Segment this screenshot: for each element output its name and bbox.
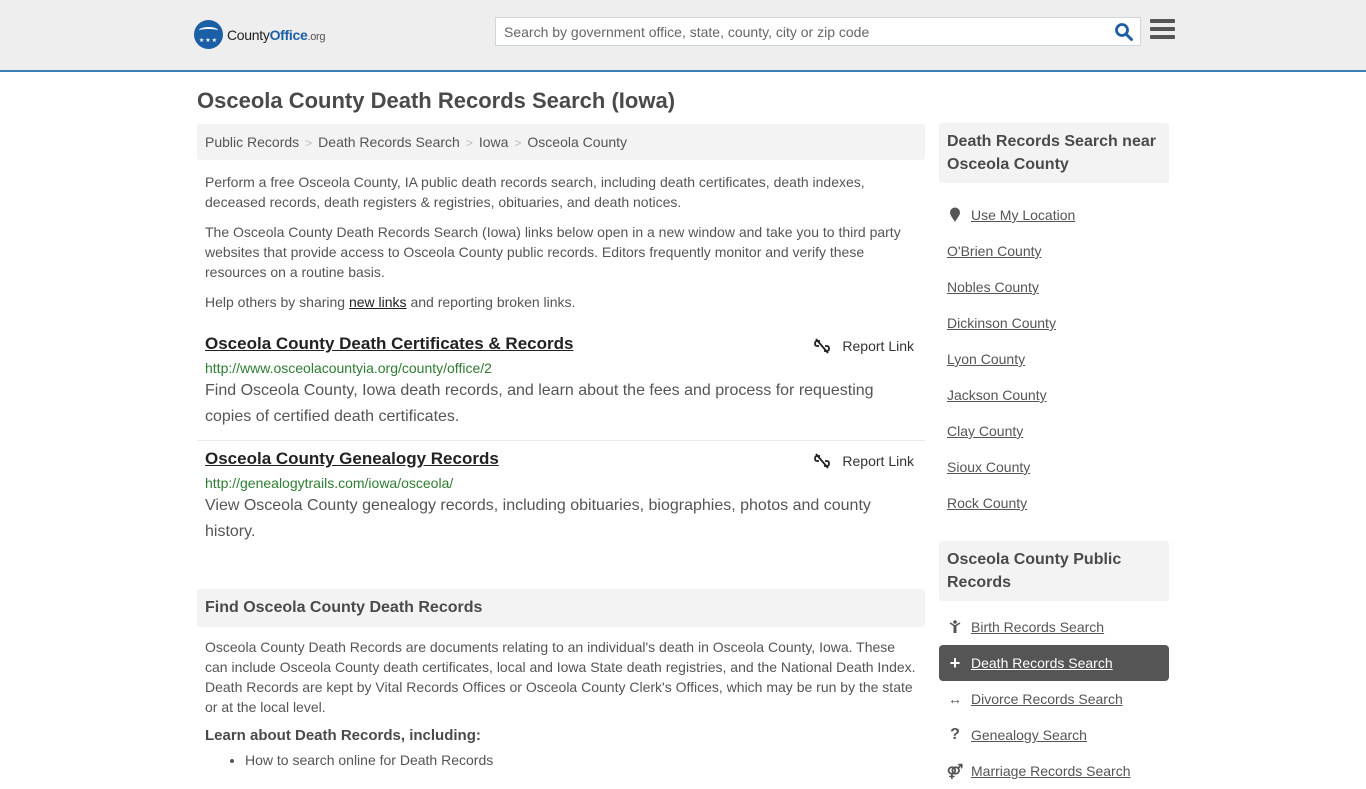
breadcrumb-public-records[interactable]: Public Records xyxy=(205,134,299,150)
public-record-item-marriage[interactable]: ⚤ Marriage Records Search xyxy=(939,753,1169,789)
plus-icon: + xyxy=(949,652,961,673)
logo-wordmark: CountyOffice.org xyxy=(227,26,326,43)
nearby-county-link[interactable]: Sioux County xyxy=(947,459,1030,475)
public-record-item-birth[interactable]: Birth Records Search xyxy=(939,609,1169,645)
sidebar: Death Records Search near Osceola County… xyxy=(939,123,1169,789)
nearby-county-item[interactable]: Rock County xyxy=(939,485,1169,521)
resource-link-url: http://genealogytrails.com/iowa/osceola/ xyxy=(205,475,454,491)
breadcrumb-separator: > xyxy=(305,136,313,150)
use-my-location-link[interactable]: Use My Location xyxy=(971,207,1075,223)
public-records-list: Birth Records Search + Death Records Sea… xyxy=(939,609,1169,789)
intro-paragraph: Perform a free Osceola County, IA public… xyxy=(205,174,865,210)
broken-link-icon xyxy=(814,453,831,469)
question-icon: ? xyxy=(950,726,960,743)
public-record-item-divorce[interactable]: ↔ Divorce Records Search xyxy=(939,681,1169,717)
find-records-body: Osceola County Death Records are documen… xyxy=(205,639,916,715)
nearby-county-link[interactable]: Clay County xyxy=(947,423,1023,439)
broken-link-icon xyxy=(814,338,831,354)
breadcrumb-osceola-county[interactable]: Osceola County xyxy=(527,134,627,150)
page-title: Osceola County Death Records Search (Iow… xyxy=(197,88,676,113)
report-link-button[interactable]: Report Link xyxy=(814,453,914,469)
share-links-paragraph: Help others by sharing new links and rep… xyxy=(205,294,576,310)
arrows-horizontal-icon: ↔ xyxy=(948,691,962,707)
resource-link-item: Osceola County Genealogy Records Report … xyxy=(197,440,925,555)
public-record-item-genealogy[interactable]: ? Genealogy Search xyxy=(939,717,1169,753)
nearby-county-item[interactable]: Lyon County xyxy=(939,341,1169,377)
resource-link-title[interactable]: Osceola County Death Certificates & Reco… xyxy=(205,334,573,353)
learn-about-list: How to search online for Death Records xyxy=(197,752,925,768)
intro-text: Perform a free Osceola County, IA public… xyxy=(197,172,925,312)
child-icon xyxy=(947,620,963,634)
eagle-logo-icon: ★★★ xyxy=(194,20,223,49)
nearby-county-link[interactable]: Lyon County xyxy=(947,351,1025,367)
nearby-county-link[interactable]: Rock County xyxy=(947,495,1027,511)
nearby-county-item[interactable]: O'Brien County xyxy=(939,233,1169,269)
nearby-county-link[interactable]: Nobles County xyxy=(947,279,1039,295)
public-record-link[interactable]: Marriage Records Search xyxy=(971,763,1131,779)
report-link-button[interactable]: Report Link xyxy=(814,338,914,354)
marriage-icon: ⚤ xyxy=(946,762,964,779)
find-records-heading: Find Osceola County Death Records xyxy=(197,589,925,627)
public-records-heading: Osceola County Public Records xyxy=(939,541,1169,601)
public-record-link[interactable]: Divorce Records Search xyxy=(971,691,1123,707)
main-content: Public Records > Death Records Search > Iowa… xyxy=(197,124,925,768)
site-header: ★★★ CountyOffice.org xyxy=(0,0,1366,72)
search-bar xyxy=(495,17,1141,46)
public-record-link[interactable]: Genealogy Search xyxy=(971,727,1087,743)
nearby-list: Use My Location O'Brien County Nobles Co… xyxy=(939,197,1169,521)
logo-text-org: .org xyxy=(307,30,326,43)
nearby-county-link[interactable]: Dickinson County xyxy=(947,315,1056,331)
nearby-county-link[interactable]: Jackson County xyxy=(947,387,1047,403)
resource-link-url: http://www.osceolacountyia.org/county/of… xyxy=(205,360,492,376)
nearby-county-item[interactable]: Sioux County xyxy=(939,449,1169,485)
nearby-county-item[interactable]: Jackson County xyxy=(939,377,1169,413)
resource-link-description: Find Osceola County, Iowa death records,… xyxy=(205,382,874,425)
logo-text-office: Office xyxy=(269,26,308,43)
use-my-location-item[interactable]: Use My Location xyxy=(939,197,1169,233)
nearby-county-link[interactable]: O'Brien County xyxy=(947,243,1042,259)
search-button[interactable] xyxy=(1114,22,1134,42)
hamburger-menu-icon[interactable] xyxy=(1150,19,1175,41)
nearby-county-item[interactable]: Dickinson County xyxy=(939,305,1169,341)
learn-about-item: How to search online for Death Records xyxy=(245,752,925,768)
breadcrumb-death-records-search[interactable]: Death Records Search xyxy=(318,134,460,150)
resource-link-title[interactable]: Osceola County Genealogy Records xyxy=(205,449,499,468)
breadcrumb-iowa[interactable]: Iowa xyxy=(479,134,509,150)
breadcrumb-separator: > xyxy=(514,136,522,150)
public-record-link[interactable]: Birth Records Search xyxy=(971,619,1104,635)
search-icon xyxy=(1115,23,1133,41)
nearby-county-item[interactable]: Clay County xyxy=(939,413,1169,449)
breadcrumb-separator: > xyxy=(465,136,473,150)
new-links-link[interactable]: new links xyxy=(349,294,407,310)
map-marker-icon xyxy=(947,207,963,223)
site-logo[interactable]: ★★★ CountyOffice.org xyxy=(194,20,326,49)
resource-link-item: Osceola County Death Certificates & Reco… xyxy=(197,326,925,440)
public-record-link[interactable]: Death Records Search xyxy=(971,655,1113,671)
public-record-item-death[interactable]: + Death Records Search xyxy=(939,645,1169,681)
intro-paragraph: The Osceola County Death Records Search … xyxy=(205,224,901,280)
logo-text-county: County xyxy=(227,26,270,43)
breadcrumb: Public Records > Death Records Search > Iowa… xyxy=(197,124,925,160)
search-input[interactable] xyxy=(496,18,1096,45)
nearby-heading: Death Records Search near Osceola County xyxy=(939,123,1169,183)
resource-link-description: View Osceola County genealogy records, i… xyxy=(205,497,871,540)
learn-about-heading: Learn about Death Records, including: xyxy=(205,727,481,744)
nearby-county-item[interactable]: Nobles County xyxy=(939,269,1169,305)
